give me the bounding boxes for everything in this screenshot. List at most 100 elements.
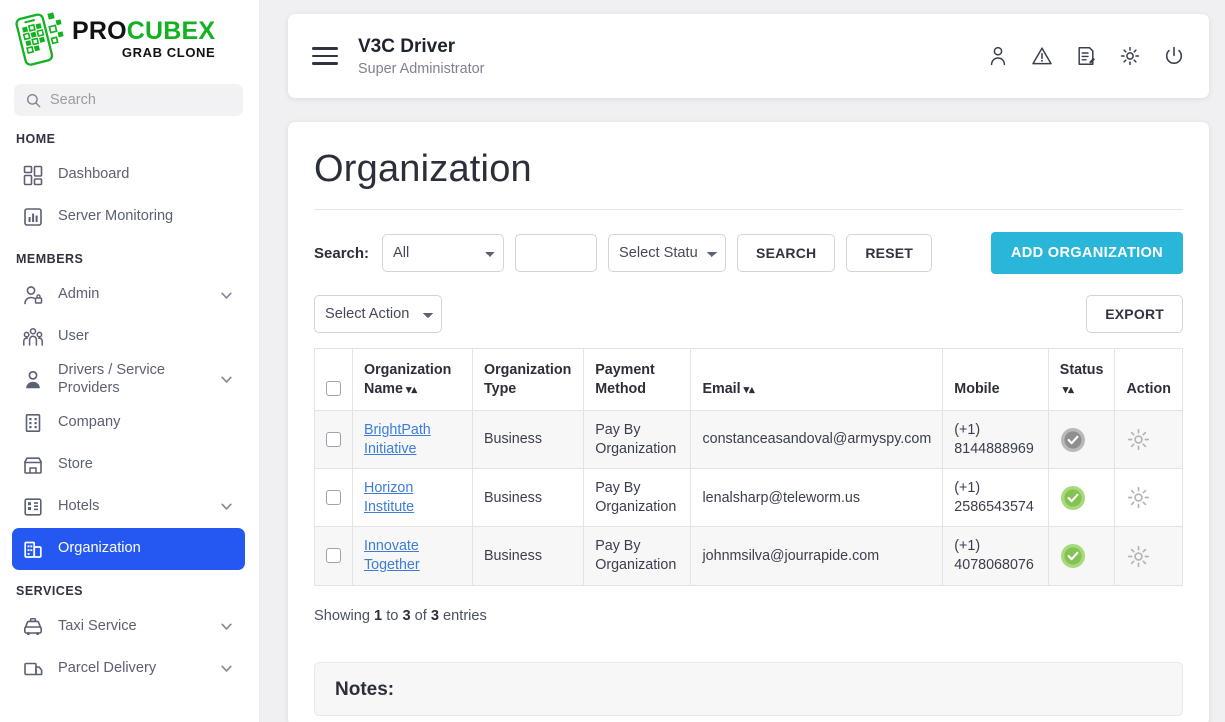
- hotel-icon: [22, 496, 44, 518]
- column-label: Status: [1060, 362, 1104, 378]
- brand-name-part1: PRO: [72, 17, 127, 45]
- bulk-action-select[interactable]: Select Action: [314, 295, 442, 333]
- notes-panel: Notes:: [314, 662, 1183, 716]
- cell-payment-method: Pay By Organization: [584, 411, 691, 469]
- row-select-cell: [315, 527, 353, 585]
- users-icon: [22, 326, 44, 348]
- pagination-summary: Showing 1 to 3 of 3 entries: [314, 608, 1183, 624]
- sidebar-item-dashboard[interactable]: Dashboard: [12, 154, 245, 196]
- cell-payment-method: Pay By Organization: [584, 469, 691, 527]
- settings-gear-icon[interactable]: [1119, 45, 1141, 67]
- topbar-subtitle: Super Administrator: [358, 61, 484, 77]
- select-all-checkbox[interactable]: [326, 381, 341, 396]
- profile-icon[interactable]: [987, 45, 1009, 67]
- row-select-cell: [315, 469, 353, 527]
- status-badge-active-icon[interactable]: [1060, 543, 1086, 569]
- sidebar-item-parcel-delivery[interactable]: Parcel Delivery: [12, 648, 245, 690]
- row-checkbox[interactable]: [326, 490, 341, 505]
- column-header-email[interactable]: Email ▾▴: [691, 349, 943, 411]
- sidebar-item-label: Taxi Service: [58, 618, 206, 636]
- table-row: Innovate Together Business Pay By Organi…: [315, 527, 1183, 585]
- cell-status: [1048, 527, 1115, 585]
- search-button[interactable]: SEARCH: [737, 234, 835, 272]
- sidebar-item-server-monitoring[interactable]: Server Monitoring: [12, 196, 245, 238]
- status-badge-inactive-icon[interactable]: [1060, 427, 1086, 453]
- row-settings-gear-icon[interactable]: [1126, 427, 1151, 452]
- column-header-action: Action: [1115, 349, 1183, 411]
- sidebar-item-label: Admin: [58, 286, 206, 304]
- mobile-number: 2586543574: [954, 498, 1036, 517]
- notes-title: Notes:: [335, 679, 1162, 701]
- showing-mid1: to: [382, 608, 402, 624]
- mobile-number: 8144888969: [954, 440, 1036, 459]
- procubex-logo-icon: [14, 10, 68, 68]
- nav-section-services: SERVICES: [0, 584, 259, 598]
- brand-logo[interactable]: PROCUBEX GRAB CLONE: [0, 0, 259, 78]
- add-organization-button[interactable]: ADD ORGANIZATION: [991, 232, 1183, 274]
- export-button[interactable]: EXPORT: [1086, 295, 1183, 333]
- organization-link[interactable]: BrightPath Initiative: [364, 422, 431, 457]
- showing-to: 3: [402, 608, 410, 624]
- column-header-status[interactable]: Status ▾▴: [1048, 349, 1115, 411]
- page-title: Organization: [314, 148, 1183, 210]
- showing-mid2: of: [411, 608, 431, 624]
- organization-link[interactable]: Innovate Together: [364, 538, 420, 573]
- row-settings-gear-icon[interactable]: [1126, 544, 1151, 569]
- report-edit-icon[interactable]: [1075, 45, 1097, 67]
- building-icon: [22, 412, 44, 434]
- sidebar-item-label: Drivers / Service Providers: [58, 362, 206, 398]
- action-toolbar: Select Action EXPORT: [314, 295, 1183, 333]
- organization-link[interactable]: Horizon Institute: [364, 480, 414, 515]
- menu-toggle-button[interactable]: [312, 42, 338, 70]
- showing-suffix: entries: [439, 608, 487, 624]
- sidebar-item-taxi-service[interactable]: Taxi Service: [12, 606, 245, 648]
- sidebar-item-drivers-service-providers[interactable]: Drivers / Service Providers: [12, 358, 245, 402]
- cell-email: lenalsharp@teleworm.us: [691, 469, 943, 527]
- brand-tagline: GRAB CLONE: [72, 46, 215, 59]
- status-filter-select[interactable]: Select Status: [608, 234, 726, 272]
- row-settings-gear-icon[interactable]: [1126, 485, 1151, 510]
- row-select-cell: [315, 411, 353, 469]
- cell-action: [1115, 411, 1183, 469]
- reset-button[interactable]: RESET: [846, 234, 932, 272]
- row-checkbox[interactable]: [326, 432, 341, 447]
- power-icon[interactable]: [1163, 45, 1185, 67]
- sidebar-item-organization[interactable]: Organization: [12, 528, 245, 570]
- brand-name-part2: CUBEX: [127, 17, 216, 45]
- cell-action: [1115, 469, 1183, 527]
- sidebar-item-label: Store: [58, 456, 233, 474]
- user-lock-icon: [22, 284, 44, 306]
- sidebar-item-store[interactable]: Store: [12, 444, 245, 486]
- column-label: Action: [1126, 381, 1170, 397]
- sidebar-item-label: Dashboard: [58, 166, 233, 184]
- cell-mobile: (+1) 2586543574: [943, 469, 1048, 527]
- parcel-icon: [22, 658, 44, 680]
- status-badge-active-icon[interactable]: [1060, 485, 1086, 511]
- cell-organization-name: BrightPath Initiative: [353, 411, 473, 469]
- sidebar-item-label: Parcel Delivery: [58, 660, 206, 678]
- search-text-input[interactable]: [515, 234, 597, 272]
- sidebar-item-hotels[interactable]: Hotels: [12, 486, 245, 528]
- sidebar-item-admin[interactable]: Admin: [12, 274, 245, 316]
- showing-from: 1: [374, 608, 382, 624]
- table-row: BrightPath Initiative Business Pay By Or…: [315, 411, 1183, 469]
- alert-triangle-icon[interactable]: [1031, 45, 1053, 67]
- column-label: Mobile: [954, 381, 999, 397]
- mobile-country-code: (+1): [954, 479, 1036, 498]
- search-field-select[interactable]: All: [382, 234, 504, 272]
- cell-organization-name: Innovate Together: [353, 527, 473, 585]
- chevron-down-icon: [220, 620, 233, 633]
- sidebar-item-user[interactable]: User: [12, 316, 245, 358]
- column-header-organization-name[interactable]: Organization Name▾▴: [353, 349, 473, 411]
- column-header-organization-type: Organization Type: [472, 349, 583, 411]
- mobile-number: 4078068076: [954, 556, 1036, 575]
- row-checkbox[interactable]: [326, 548, 341, 563]
- sidebar-item-company[interactable]: Company: [12, 402, 245, 444]
- nav-section-home: HOME: [0, 132, 259, 146]
- mobile-country-code: (+1): [954, 421, 1036, 440]
- column-label: Email: [702, 381, 740, 397]
- chart-bar-icon: [22, 206, 44, 228]
- organization-icon: [22, 538, 44, 560]
- sidebar-search-input[interactable]: Search: [14, 84, 243, 116]
- sort-icon: ▾▴: [744, 385, 755, 396]
